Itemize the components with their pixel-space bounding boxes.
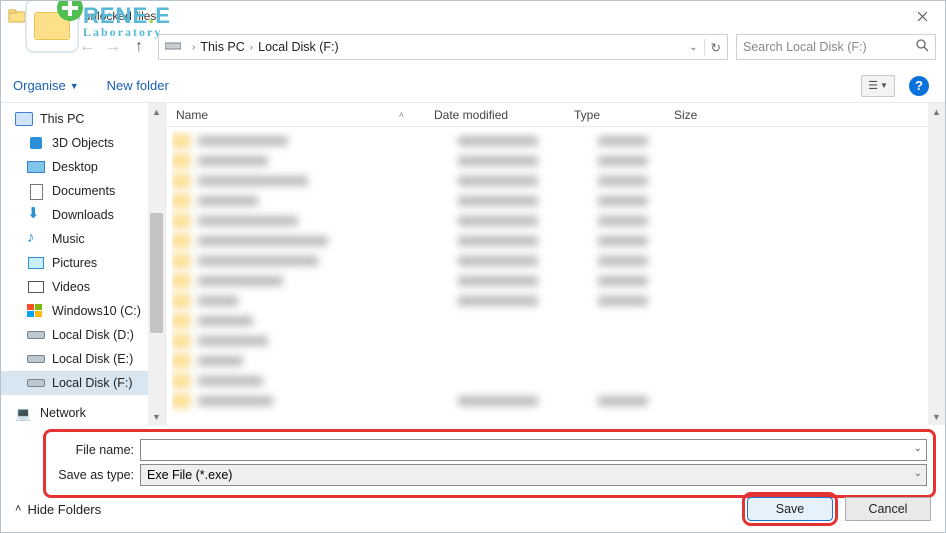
tree-windows-c[interactable]: Windows10 (C:): [1, 299, 165, 323]
col-date[interactable]: Date modified: [434, 108, 574, 122]
save-type-label: Save as type:: [52, 468, 134, 482]
tree-local-disk-d[interactable]: Local Disk (D:): [1, 323, 165, 347]
close-button[interactable]: [900, 1, 945, 31]
file-list: Name˄ Date modified Type Size: [166, 103, 945, 425]
chevron-up-icon: ˄: [15, 503, 21, 515]
scroll-down-icon[interactable]: ▼: [928, 408, 945, 425]
chevron-down-icon[interactable]: ⌄: [914, 468, 922, 479]
search-input[interactable]: Search Local Disk (F:): [736, 34, 936, 60]
scroll-up-icon[interactable]: ▲: [928, 103, 945, 120]
drive-icon: [165, 40, 181, 55]
view-mode-button[interactable]: ☰▼: [861, 75, 895, 97]
drive-icon: [27, 376, 45, 390]
tree-downloads[interactable]: ⬇Downloads: [1, 203, 165, 227]
refresh-icon[interactable]: ↻: [711, 40, 721, 55]
breadcrumb-this-pc[interactable]: This PC: [200, 40, 244, 54]
search-placeholder: Search Local Disk (F:): [743, 40, 867, 54]
nav-buttons: ← → ↑: [76, 36, 150, 58]
scroll-thumb[interactable]: [150, 213, 163, 333]
col-name[interactable]: Name˄: [176, 108, 434, 122]
window-title: Save the unlocked files: [33, 9, 156, 23]
music-icon: ♪: [27, 232, 45, 246]
windows-drive-icon: [27, 304, 45, 318]
nav-tree: This PC 3D Objects Desktop Documents ⬇Do…: [1, 103, 166, 425]
chevron-down-icon: ▼: [70, 81, 79, 91]
view-icon: ☰: [868, 79, 878, 92]
pictures-icon: [27, 256, 45, 270]
save-button[interactable]: Save: [747, 497, 833, 521]
hide-folders-button[interactable]: ˄ Hide Folders: [15, 502, 101, 517]
tree-local-disk-e[interactable]: Local Disk (E:): [1, 347, 165, 371]
tree-network[interactable]: 💻Network: [1, 401, 165, 425]
titlebar: Save the unlocked files: [1, 1, 945, 31]
file-list-blurred: [172, 131, 925, 421]
downloads-icon: ⬇: [27, 208, 45, 222]
tree-local-disk-f[interactable]: Local Disk (F:): [1, 371, 165, 395]
nav-up-icon[interactable]: ↑: [128, 36, 150, 58]
tree-this-pc[interactable]: This PC: [1, 107, 165, 131]
drive-icon: [27, 352, 45, 366]
objects-icon: [27, 136, 45, 150]
new-folder-button[interactable]: New folder: [107, 78, 169, 93]
tree-videos[interactable]: Videos: [1, 275, 165, 299]
col-size[interactable]: Size: [674, 108, 774, 122]
scroll-down-icon[interactable]: ▼: [148, 408, 165, 425]
search-icon: [916, 39, 929, 55]
desktop-icon: [27, 160, 45, 174]
save-dialog-window: Save the unlocked files RENE.E Laborator…: [0, 0, 946, 533]
pc-icon: [15, 112, 33, 126]
breadcrumb-bar[interactable]: › This PC › Local Disk (F:) ⌄ ↻: [158, 34, 728, 60]
nav-back-icon[interactable]: ←: [76, 36, 98, 58]
chevron-down-icon[interactable]: ⌄: [689, 42, 697, 53]
tree-pictures[interactable]: Pictures: [1, 251, 165, 275]
nav-forward-icon[interactable]: →: [102, 36, 124, 58]
save-type-select[interactable]: Exe File (*.exe) ⌄: [140, 464, 927, 486]
column-headers: Name˄ Date modified Type Size: [166, 103, 945, 127]
app-icon: [7, 6, 27, 26]
address-bar-row: ← → ↑ › This PC › Local Disk (F:) ⌄ ↻ Se…: [76, 31, 936, 63]
tree-3d-objects[interactable]: 3D Objects: [1, 131, 165, 155]
documents-icon: [27, 184, 45, 198]
list-scrollbar[interactable]: ▲ ▼: [928, 103, 945, 425]
col-type[interactable]: Type: [574, 108, 674, 122]
toolbar: Organise ▼ New folder ☰▼ ?: [1, 69, 945, 103]
videos-icon: [27, 280, 45, 294]
tree-scrollbar[interactable]: ▲ ▼: [148, 103, 165, 425]
chevron-right-icon: ›: [250, 42, 253, 53]
breadcrumb-local-disk-f[interactable]: Local Disk (F:): [258, 40, 339, 54]
tree-documents[interactable]: Documents: [1, 179, 165, 203]
network-icon: 💻: [15, 406, 33, 420]
organise-menu[interactable]: Organise ▼: [13, 78, 79, 93]
scroll-up-icon[interactable]: ▲: [148, 103, 165, 120]
chevron-down-icon[interactable]: ⌄: [914, 443, 922, 454]
tree-music[interactable]: ♪Music: [1, 227, 165, 251]
tree-desktop[interactable]: Desktop: [1, 155, 165, 179]
sort-asc-icon: ˄: [399, 110, 404, 120]
drive-icon: [27, 328, 45, 342]
filename-label: File name:: [52, 443, 134, 457]
filename-input[interactable]: ⌄: [140, 439, 927, 461]
dialog-footer: ˄ Hide Folders Save Cancel: [1, 486, 945, 532]
help-button[interactable]: ?: [909, 76, 929, 96]
cancel-button[interactable]: Cancel: [845, 497, 931, 521]
chevron-right-icon: ›: [192, 42, 195, 53]
